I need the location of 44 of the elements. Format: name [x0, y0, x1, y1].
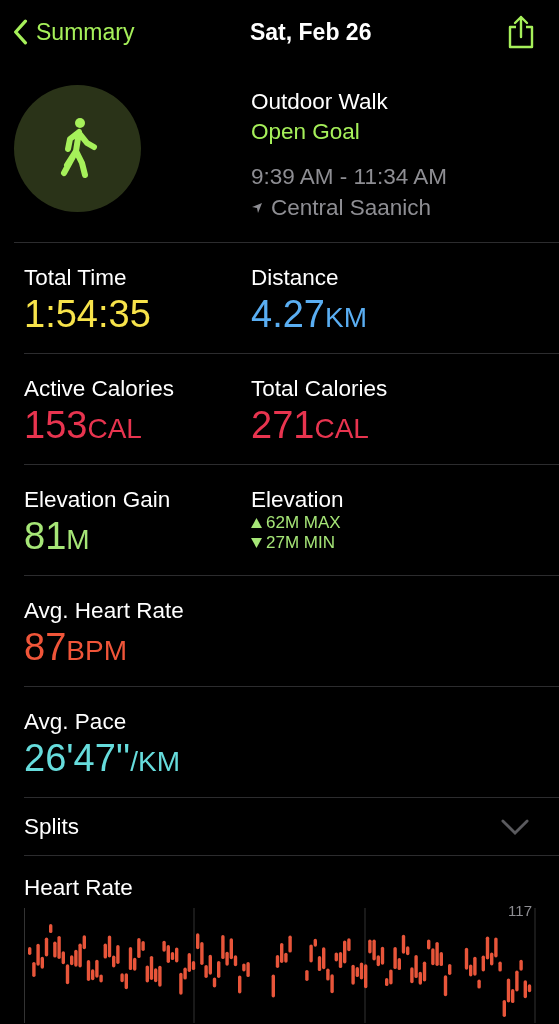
heart-rate-bar: [477, 979, 481, 989]
metric-unit: CAL: [87, 413, 142, 444]
nav-title: Sat, Feb 26: [250, 18, 372, 46]
metric-unit: /KM: [130, 746, 181, 777]
location-arrow-icon: [251, 202, 263, 214]
metric-value: 153: [24, 404, 88, 446]
splits-row[interactable]: Splits: [24, 798, 559, 856]
metric-value: 4.27: [251, 293, 325, 335]
back-button[interactable]: Summary: [12, 18, 135, 46]
metric-label: Elevation: [251, 487, 345, 513]
up-triangle-icon: [251, 518, 262, 528]
metric-label: Active Calories: [24, 376, 176, 402]
metric-label: Avg. Pace: [24, 709, 128, 735]
heart-rate-bar: [498, 961, 502, 972]
heart-rate-bar: [271, 974, 275, 998]
metric-label: Total Time: [24, 265, 128, 291]
elevation-min: 27M MIN: [251, 533, 478, 553]
metric-label: Elevation Gain: [24, 487, 172, 513]
metric-unit: BPM: [66, 635, 127, 666]
chevron-icon: [12, 19, 28, 45]
metric-label: Distance: [251, 265, 340, 291]
time-range: 9:39 AM - 11:34 AM: [251, 163, 447, 191]
metric-label: Total Calories: [251, 376, 389, 402]
heart-rate-bar: [28, 947, 32, 955]
metric-value: 81: [24, 515, 67, 557]
workout-name: Outdoor Walk: [251, 88, 389, 116]
heart-rate-bar: [49, 924, 53, 934]
down-triangle-icon: [251, 538, 262, 548]
metric-value: 271: [251, 404, 315, 446]
axis-label: 117: [508, 902, 532, 919]
workout-goal: Open Goal: [251, 118, 361, 146]
metric-unit: KM: [324, 302, 367, 333]
metric-value: 87: [24, 626, 67, 668]
metric-unit: CAL: [314, 413, 369, 444]
location: Central Saanich: [271, 194, 432, 222]
elevation-max: 62M MAX: [251, 513, 478, 533]
heart-rate-bar: [238, 975, 242, 994]
metric-unit: M: [66, 524, 90, 555]
metric-label: Avg. Heart Rate: [24, 598, 185, 624]
heart-rate-bar: [305, 969, 309, 981]
metric-value: 1:54:35: [24, 293, 151, 335]
share-button[interactable]: [507, 15, 535, 49]
section-title: Heart Rate: [24, 874, 134, 902]
metric-value: 26'47'': [24, 737, 131, 779]
